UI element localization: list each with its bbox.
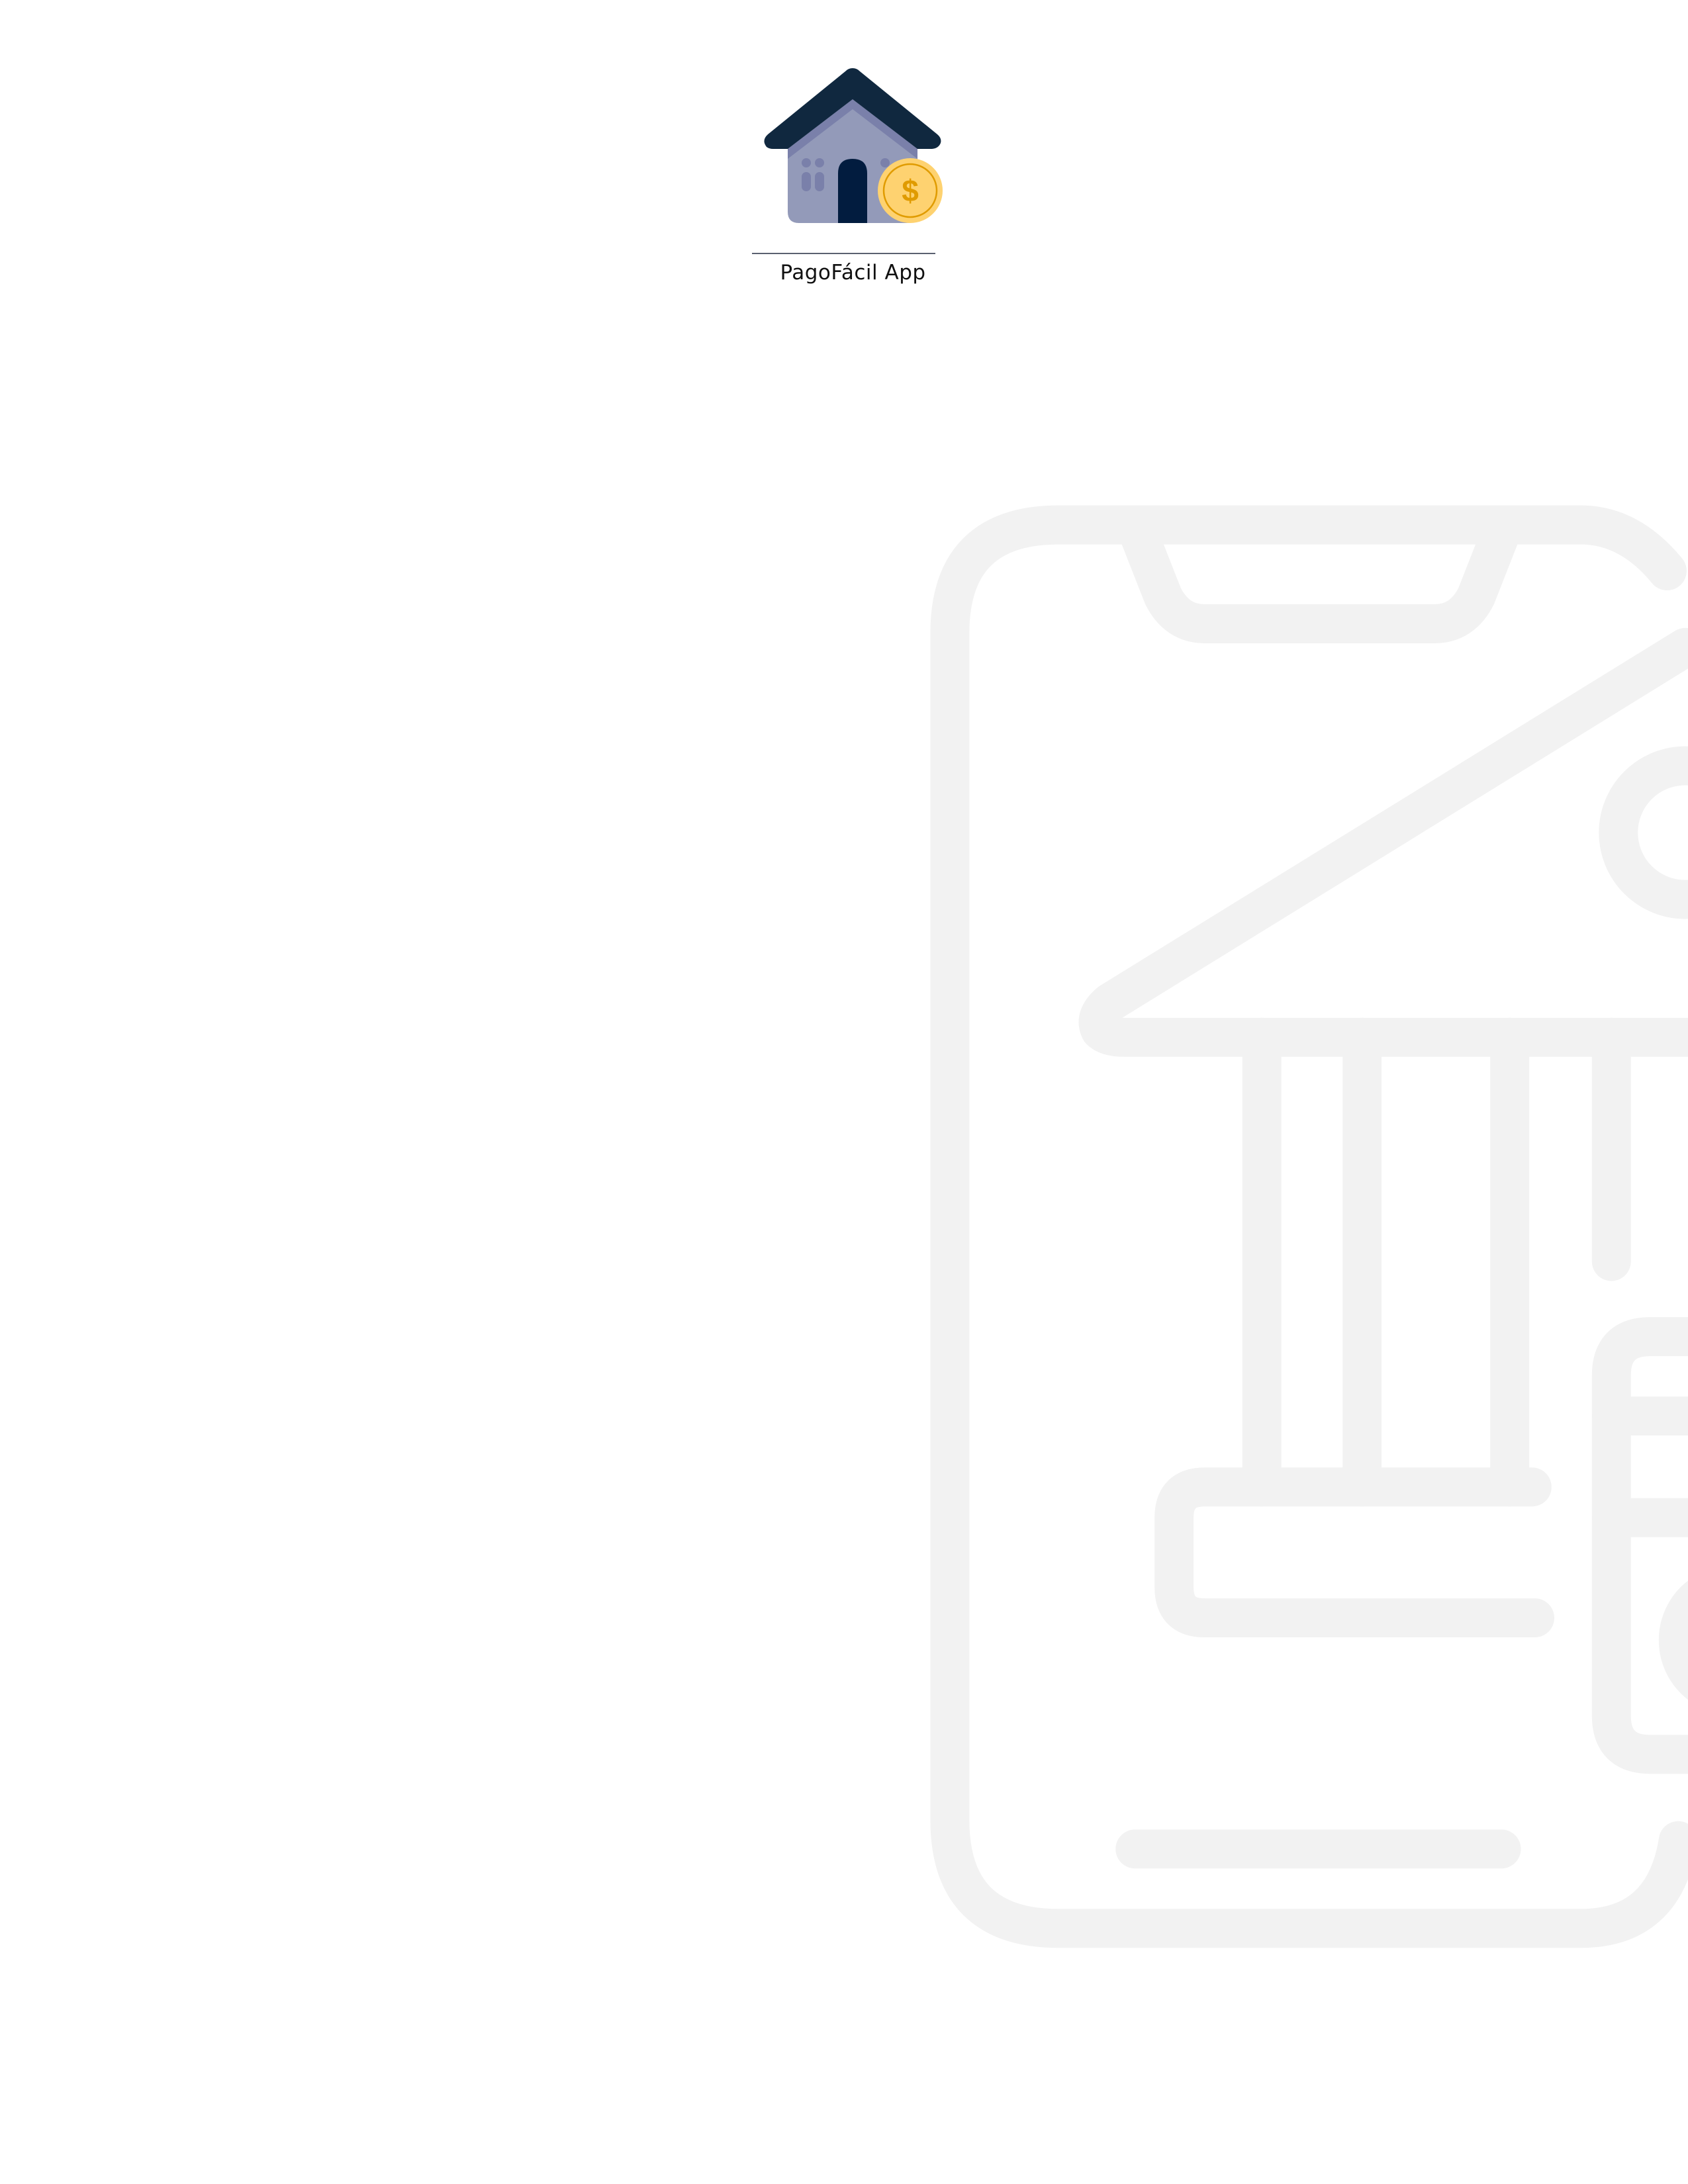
- app-name: PagoFácil App: [780, 261, 926, 285]
- door: [838, 159, 867, 223]
- bank-emblem: [1599, 746, 1688, 919]
- bank-base: [1154, 1467, 1555, 1638]
- mobile-banking-watermark-icon: [930, 505, 1688, 1948]
- divider: [752, 253, 935, 254]
- house-with-coin-icon: $: [764, 68, 943, 223]
- coin-icon: $: [878, 158, 943, 223]
- svg-text:$: $: [902, 173, 919, 208]
